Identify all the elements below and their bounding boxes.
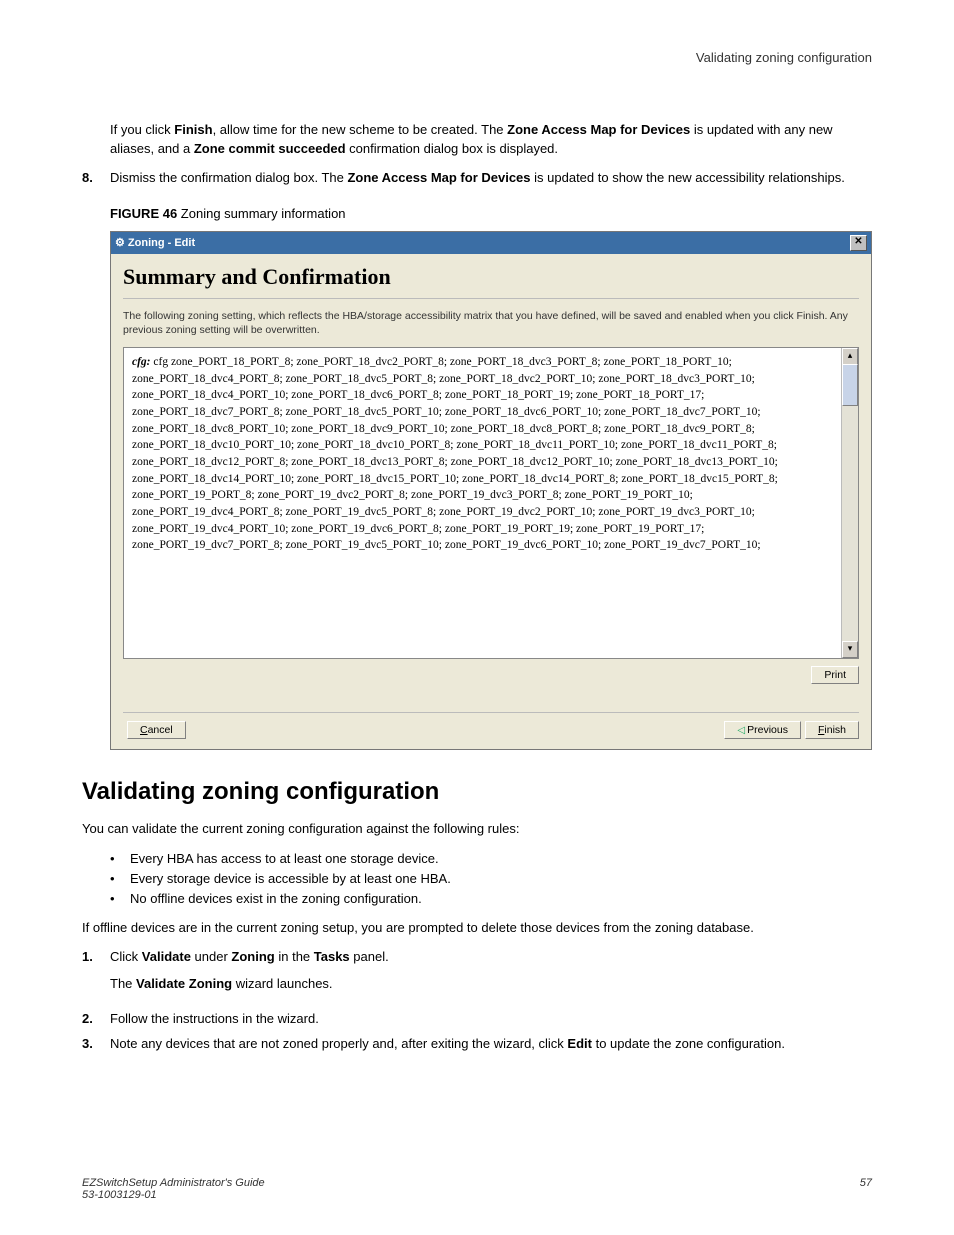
text: If you click [110, 122, 174, 137]
bold: Validate Zoning [136, 976, 232, 991]
list-item: •Every storage device is accessible by a… [110, 869, 872, 889]
dialog-titlebar: ⚙ Zoning - Edit ✕ [111, 232, 871, 254]
bold-finish: Finish [174, 122, 212, 137]
step-1: 1. Click Validate under Zoning in the Ta… [82, 948, 872, 1004]
text: Follow the instructions in the wizard. [110, 1010, 872, 1029]
step-3: 3. Note any devices that are not zoned p… [82, 1035, 872, 1054]
dialog-heading: Summary and Confirmation [123, 264, 859, 290]
step-number: 2. [82, 1010, 110, 1029]
text: No offline devices exist in the zoning c… [130, 889, 422, 909]
list-item: •Every HBA has access to at least one st… [110, 849, 872, 869]
scrollbar[interactable]: ▴ ▾ [841, 348, 858, 658]
scroll-up-icon[interactable]: ▴ [842, 348, 858, 365]
text: under [191, 949, 231, 964]
cfg-label: cfg: [132, 356, 151, 368]
list-item: •No offline devices exist in the zoning … [110, 889, 872, 909]
text: , allow time for the new scheme to be cr… [213, 122, 508, 137]
previous-button[interactable]: ◁Previous [724, 721, 801, 739]
step-8: 8. Dismiss the confirmation dialog box. … [82, 169, 872, 188]
chevron-left-icon: ◁ [737, 725, 745, 736]
zoning-dialog: ⚙ Zoning - Edit ✕ Summary and Confirmati… [110, 231, 872, 750]
text: in the [275, 949, 314, 964]
bold-zone-map: Zone Access Map for Devices [347, 170, 530, 185]
close-icon[interactable]: ✕ [850, 235, 867, 251]
footer-title: EZSwitchSetup Administrator's Guide [82, 1177, 265, 1189]
text: Note any devices that are not zoned prop… [110, 1036, 567, 1051]
text: Click [110, 949, 142, 964]
figure-title: Zoning summary information [177, 206, 345, 221]
config-textbox[interactable]: cfg: cfg zone_PORT_18_PORT_8; zone_PORT_… [123, 347, 859, 659]
finish-button[interactable]: Finish [805, 721, 859, 739]
step-number: 8. [82, 169, 110, 188]
bold: Edit [567, 1036, 592, 1051]
cancel-button[interactable]: Cancel [127, 721, 186, 739]
text: confirmation dialog box is displayed. [346, 141, 558, 156]
step-number: 1. [82, 948, 110, 1004]
figure-label: FIGURE 46 [110, 206, 177, 221]
text: panel. [350, 949, 389, 964]
validate-intro: You can validate the current zoning conf… [82, 820, 872, 839]
bold: Tasks [314, 949, 350, 964]
text: Every storage device is accessible by at… [130, 869, 451, 889]
text: The [110, 976, 136, 991]
cfg-body: cfg zone_PORT_18_PORT_8; zone_PORT_18_dv… [132, 356, 778, 551]
footer-docnum: 53-1003129-01 [82, 1189, 265, 1201]
step-number: 3. [82, 1035, 110, 1054]
previous-label: Previous [747, 724, 788, 736]
validate-rules-list: •Every HBA has access to at least one st… [110, 849, 872, 909]
text: to update the zone configuration. [592, 1036, 785, 1051]
running-header: Validating zoning configuration [82, 50, 872, 65]
gear-icon: ⚙ Zoning - Edit [115, 236, 195, 249]
dialog-note: The following zoning setting, which refl… [123, 309, 859, 337]
bold: Validate [142, 949, 191, 964]
paragraph-finish: If you click Finish, allow time for the … [110, 121, 872, 159]
text: wizard launches. [232, 976, 332, 991]
text: Every HBA has access to at least one sto… [130, 849, 439, 869]
dialog-title: Zoning - Edit [128, 237, 195, 249]
scroll-thumb[interactable] [842, 364, 858, 406]
scroll-down-icon[interactable]: ▾ [842, 641, 858, 658]
print-button[interactable]: Print [811, 666, 859, 684]
divider [123, 298, 859, 299]
text: Dismiss the confirmation dialog box. The [110, 170, 347, 185]
bold-commit: Zone commit succeeded [194, 141, 346, 156]
bold: Zoning [231, 949, 274, 964]
offline-note: If offline devices are in the current zo… [82, 919, 872, 938]
bold-zone-map: Zone Access Map for Devices [507, 122, 690, 137]
section-heading: Validating zoning configuration [82, 778, 872, 806]
figure-caption: FIGURE 46 Zoning summary information [110, 206, 872, 221]
page-number: 57 [860, 1177, 872, 1201]
page-footer: EZSwitchSetup Administrator's Guide 53-1… [82, 1177, 872, 1201]
step-2: 2. Follow the instructions in the wizard… [82, 1010, 872, 1029]
text: is updated to show the new accessibility… [531, 170, 845, 185]
